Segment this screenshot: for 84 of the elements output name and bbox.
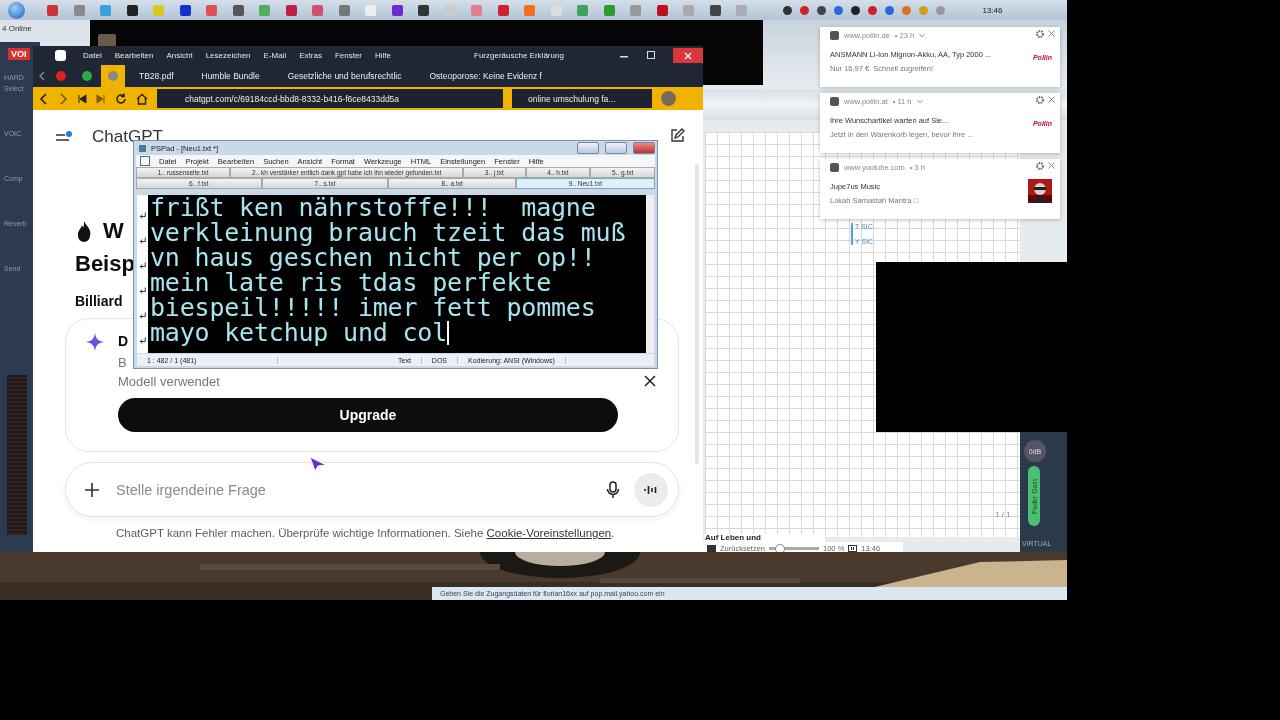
text-line: frißt ken nährstoffe!!! magne: [150, 195, 597, 220]
voice-button[interactable]: [634, 472, 668, 507]
flame-icon: [75, 219, 93, 242]
forward-icon[interactable]: [58, 92, 68, 105]
address-field[interactable]: chatgpt.com/c/69184ccd-bbd8-8332-b416-f6ce8433dd5a: [157, 89, 503, 108]
cursor-icon: [309, 456, 327, 472]
menu-item[interactable]: Extras: [299, 51, 322, 60]
rewind-icon[interactable]: [77, 93, 87, 104]
wrap-mark-icon: [139, 237, 146, 244]
close-button[interactable]: [673, 48, 703, 63]
wrap-mark-icon: [139, 212, 146, 219]
heading: Beisp: [75, 250, 135, 278]
menu-item[interactable]: Bearbeiten: [114, 51, 154, 60]
chevron-icon[interactable]: [919, 33, 926, 38]
menu-item[interactable]: Fenster: [334, 51, 362, 60]
settings-icon[interactable]: [1036, 96, 1044, 104]
channel-label: VOI: [8, 48, 30, 60]
text-line: biespeil!!!!! imer fett pommes: [150, 295, 597, 320]
text-editor[interactable]: frißt ken nährstoffe!!! magne verkleinung brauch tzeit das muß vn haus geschen nicht per op!! mein late ris tdas perfekte biespeil!!!!! imer fett pommes mayo ketchup und col: [137, 195, 654, 353]
app-title: ChatGPT: [92, 127, 163, 146]
back-icon[interactable]: [39, 92, 49, 105]
clock: 13:46: [982, 5, 1003, 15]
settings-icon[interactable]: [1036, 30, 1044, 38]
close-button[interactable]: [633, 142, 655, 154]
subheading: Billiard: [75, 293, 123, 309]
menu-item[interactable]: Hilfe: [375, 51, 392, 60]
browser-icon: [830, 31, 839, 40]
window-title: Furzgeräusche Erklärung: [474, 51, 565, 60]
browser-tab[interactable]: Osteoporose: Keine Evidenz f: [417, 65, 556, 87]
text-line: verkleinung brauch tzeit das muß: [150, 220, 626, 245]
text-line: vn haus geschen nicht per op!!: [150, 245, 597, 270]
browser-icon: [830, 97, 839, 106]
plus-icon[interactable]: [84, 481, 100, 498]
app-icon[interactable]: [232, 4, 244, 16]
card-text: B: [118, 354, 127, 372]
waveform-icon[interactable]: [644, 483, 658, 496]
app-icon[interactable]: [418, 4, 429, 16]
avatar[interactable]: [661, 91, 676, 106]
app-icon[interactable]: [709, 4, 721, 16]
pause-icon[interactable]: [848, 544, 858, 552]
menu-item[interactable]: Ansicht: [166, 51, 193, 60]
upgrade-button[interactable]: Upgrade: [118, 398, 618, 432]
menu-item[interactable]: E-Mail: [263, 51, 287, 60]
browser-icon: [830, 163, 839, 172]
wrap-mark-icon: [139, 312, 146, 319]
reload-icon[interactable]: [115, 92, 127, 105]
settings-icon[interactable]: [1036, 162, 1044, 170]
app-icon[interactable]: [126, 4, 138, 16]
app-icon: [138, 143, 147, 153]
browser-tab[interactable]: TB28.pdf: [127, 65, 188, 87]
menu-item[interactable]: Datei: [83, 51, 102, 60]
wrap-mark-icon: [139, 337, 146, 344]
home-icon[interactable]: [136, 92, 148, 105]
maximize-button[interactable]: [605, 142, 627, 154]
scrollbar[interactable]: [646, 195, 654, 353]
minimize-button[interactable]: [577, 142, 599, 154]
wrap-mark-icon: [139, 287, 146, 294]
back-icon[interactable]: [37, 70, 47, 82]
page-indicator: 1 / 1: [995, 510, 1011, 519]
start-button[interactable]: [8, 1, 25, 19]
menu-icon[interactable]: [55, 131, 73, 143]
text-line: mayo ketchup und col: [150, 320, 451, 345]
browser-tab[interactable]: Humble Bundle: [189, 65, 274, 87]
card-title: D: [118, 333, 129, 349]
browser-logo: [55, 50, 66, 61]
edit-icon[interactable]: [669, 128, 685, 144]
fast-forward-icon[interactable]: [96, 93, 106, 104]
search-field[interactable]: online umschulung fa...: [512, 89, 652, 108]
wrap-mark-icon: [139, 262, 146, 269]
image-icon[interactable]: [707, 544, 716, 552]
browser-tab[interactable]: Gesetzliche und berufsrechtlic: [275, 65, 416, 87]
document-icon: [140, 156, 150, 166]
text-line: mein late ris tdas perfekte: [150, 270, 551, 295]
app-icon[interactable]: [179, 4, 191, 16]
microphone-icon[interactable]: [606, 480, 620, 499]
menu-item[interactable]: Lesezeichen: [205, 51, 251, 60]
card-text: Modell verwendet: [118, 373, 220, 391]
chevron-icon[interactable]: [916, 99, 923, 104]
sparkle-icon: [86, 333, 104, 351]
message-input[interactable]: Stelle irgendeine Frage: [114, 476, 592, 503]
heading: W: [103, 217, 124, 245]
disclaimer: ChatGPT kann Fehler machen. Überprüfe wichtige Informationen. Siehe Cookie-Voreinstellungen.: [116, 527, 615, 539]
app-icon[interactable]: [391, 4, 403, 16]
close-icon[interactable]: [644, 375, 656, 387]
